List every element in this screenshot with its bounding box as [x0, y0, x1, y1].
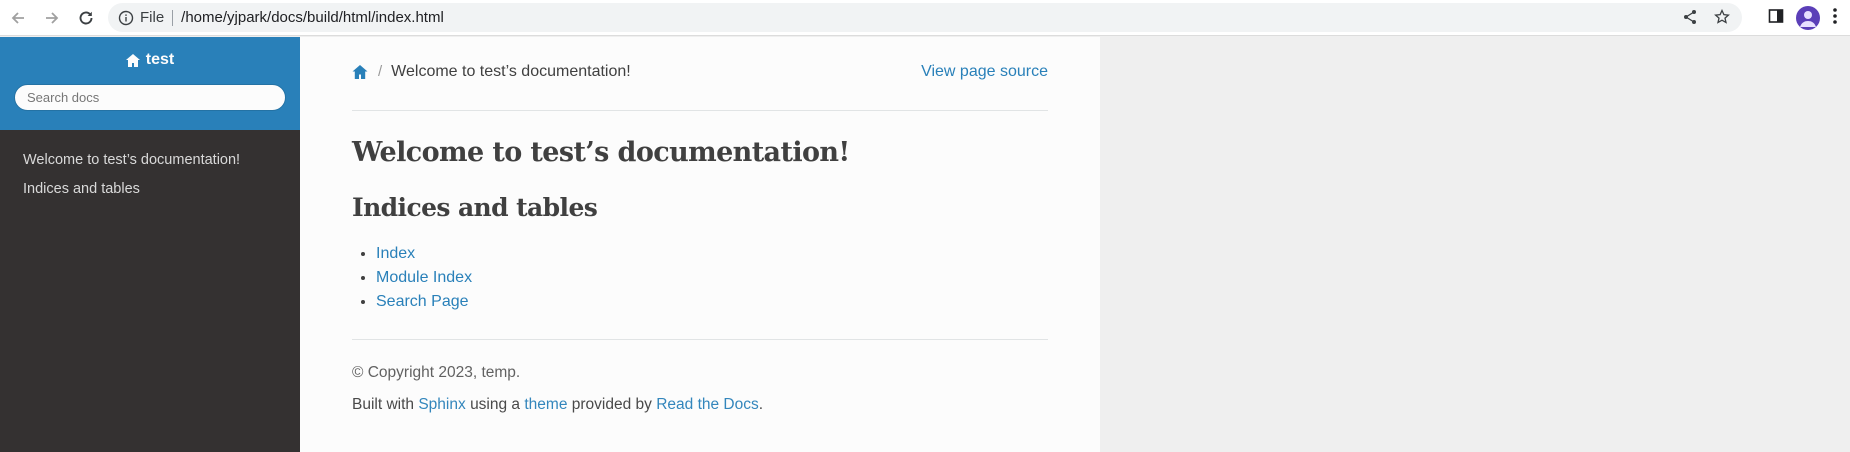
home-icon[interactable]: [352, 64, 368, 80]
copyright-text: © Copyright 2023, temp.: [352, 364, 521, 381]
footer-divider: [352, 339, 1048, 340]
project-home-link[interactable]: test: [125, 51, 175, 69]
sidebar-menu: Welcome to test’s documentation! Indices…: [0, 130, 300, 204]
list-item: Index: [376, 242, 1048, 266]
browser-menu-button[interactable]: [1832, 7, 1838, 30]
theme-link[interactable]: theme: [524, 396, 567, 413]
built-provided-by: provided by: [571, 396, 652, 413]
side-panel-button[interactable]: [1768, 8, 1784, 29]
side-panel-icon: [1768, 8, 1784, 23]
search-input[interactable]: [14, 83, 286, 111]
main-content: / Welcome to test’s documentation! View …: [300, 37, 1100, 452]
built-using-a: using a: [470, 396, 521, 413]
sidebar-item-welcome[interactable]: Welcome to test’s documentation!: [0, 146, 300, 175]
forward-button[interactable]: [36, 2, 68, 34]
index-link[interactable]: Index: [376, 245, 415, 262]
built-prefix: Built with: [352, 396, 415, 413]
project-name: test: [145, 51, 175, 68]
search-page-link[interactable]: Search Page: [376, 293, 469, 310]
person-icon: [1800, 11, 1816, 27]
breadcrumb-current: Welcome to test’s documentation!: [391, 62, 631, 80]
url-text[interactable]: /home/yjpark/docs/build/html/index.html: [181, 9, 444, 26]
reload-icon: [79, 11, 93, 24]
home-icon: [125, 53, 140, 67]
breadcrumb-separator: /: [378, 63, 383, 80]
list-item: Search Page: [376, 290, 1048, 314]
address-separator: [172, 9, 174, 26]
read-the-docs-link[interactable]: Read the Docs: [656, 396, 759, 413]
forward-icon: [46, 11, 59, 24]
back-icon: [11, 11, 24, 24]
file-scheme-label: File: [140, 9, 165, 26]
info-icon[interactable]: [118, 10, 134, 26]
built-period: .: [758, 396, 764, 413]
profile-avatar[interactable]: [1796, 6, 1820, 30]
sphinx-link[interactable]: Sphinx: [418, 396, 465, 413]
list-item: Module Index: [376, 266, 1048, 290]
browser-toolbar: File /home/yjpark/docs/build/html/index.…: [0, 0, 1850, 36]
breadcrumb: / Welcome to test’s documentation! View …: [352, 37, 1048, 111]
kebab-menu-icon: [1833, 7, 1837, 24]
back-button[interactable]: [2, 2, 34, 34]
indices-list: Index Module Index Search Page: [376, 242, 1048, 314]
sidebar-header: test: [0, 37, 300, 130]
section-title: Indices and tables: [352, 193, 598, 222]
module-index-link[interactable]: Module Index: [376, 269, 472, 286]
page-title: Welcome to test’s documentation!: [352, 137, 850, 168]
view-page-source-link[interactable]: View page source: [921, 63, 1048, 81]
sidebar-item-indices[interactable]: Indices and tables: [0, 175, 300, 204]
built-with-text: Built with Sphinx using a theme provided…: [352, 396, 1048, 414]
docs-sidebar: test Welcome to test’s documentation! In…: [0, 37, 300, 452]
reload-button[interactable]: [70, 2, 102, 34]
address-bar[interactable]: File /home/yjpark/docs/build/html/index.…: [108, 3, 1742, 32]
share-icon[interactable]: [1682, 9, 1698, 25]
star-icon[interactable]: [1714, 9, 1730, 25]
